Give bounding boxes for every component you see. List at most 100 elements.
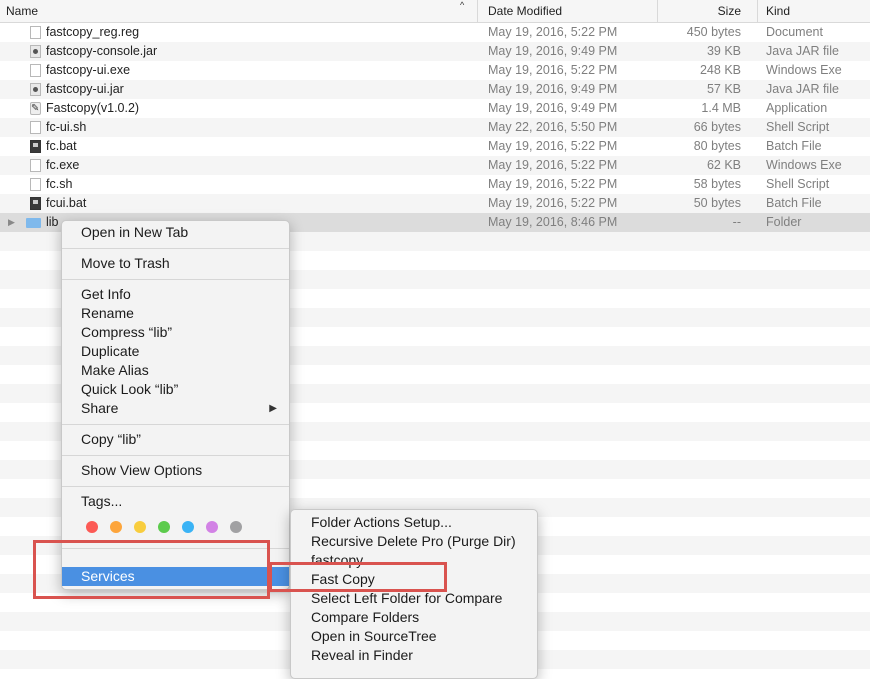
- file-date: May 19, 2016, 9:49 PM: [488, 44, 618, 58]
- file-date: May 19, 2016, 5:22 PM: [488, 63, 618, 77]
- file-kind: Windows Exe: [766, 158, 842, 172]
- menu-item-share[interactable]: Share ▶: [62, 399, 289, 418]
- file-date: May 19, 2016, 5:22 PM: [488, 25, 618, 39]
- tag-green-icon[interactable]: [158, 521, 170, 533]
- file-kind: Batch File: [766, 196, 822, 210]
- file-kind: Shell Script: [766, 120, 830, 134]
- file-date: May 22, 2016, 5:50 PM: [488, 120, 618, 134]
- column-name-label: Name: [6, 4, 39, 18]
- menu-item-share-label: Share: [81, 400, 119, 416]
- column-name[interactable]: Name: [6, 0, 476, 22]
- file-kind: Application: [766, 101, 828, 115]
- file-size: 57 KB: [706, 82, 741, 96]
- file-row[interactable]: fastcopy_reg.reg May 19, 2016, 5:22 PM 4…: [0, 23, 870, 42]
- annotation-box-fast-copy: [269, 562, 447, 592]
- column-date-label: Date Modified: [488, 4, 563, 18]
- file-name: fastcopy-ui.jar: [46, 82, 124, 96]
- file-name: Fastcopy(v1.0.2): [46, 101, 140, 115]
- file-size: 58 bytes: [693, 177, 741, 191]
- terminal-icon: [30, 140, 41, 153]
- tag-red-icon[interactable]: [86, 521, 98, 533]
- tag-blue-icon[interactable]: [182, 521, 194, 533]
- file-row[interactable]: fc-ui.sh May 22, 2016, 5:50 PM 66 bytes …: [0, 118, 870, 137]
- menu-item-make-alias[interactable]: Make Alias: [62, 361, 289, 380]
- menu-separator: [62, 279, 289, 280]
- file-date: May 19, 2016, 5:22 PM: [488, 158, 618, 172]
- jar-icon: [30, 83, 41, 96]
- sort-ascending-icon[interactable]: ^: [460, 0, 464, 10]
- column-header: Name ^ Date Modified Size Kind: [0, 0, 870, 23]
- submenu-arrow-icon: ▶: [269, 403, 277, 414]
- tag-yellow-icon[interactable]: [134, 521, 146, 533]
- menu-item-get-info[interactable]: Get Info: [62, 285, 289, 304]
- file-kind: Java JAR file: [766, 44, 839, 58]
- menu-item-open-in-new-tab[interactable]: Open in New Tab: [62, 223, 289, 242]
- file-name: fastcopy_reg.reg: [46, 25, 140, 39]
- menu-item-quick-look[interactable]: Quick Look “lib”: [62, 380, 289, 399]
- terminal-icon: [30, 197, 41, 210]
- tag-purple-icon[interactable]: [206, 521, 218, 533]
- service-reveal-in-finder[interactable]: Reveal in Finder: [291, 646, 537, 665]
- file-row[interactable]: fastcopy-ui.jar May 19, 2016, 9:49 PM 57…: [0, 80, 870, 99]
- disclosure-triangle-icon[interactable]: ▶: [8, 213, 15, 232]
- file-kind: Windows Exe: [766, 63, 842, 77]
- column-size-label: Size: [717, 4, 741, 18]
- file-date: May 19, 2016, 5:22 PM: [488, 196, 618, 210]
- file-size: 450 bytes: [686, 25, 741, 39]
- file-size: 39 KB: [706, 44, 741, 58]
- file-name: fc.exe: [46, 158, 80, 172]
- column-size[interactable]: Size: [657, 0, 757, 22]
- file-kind: Shell Script: [766, 177, 830, 191]
- menu-item-show-view-options[interactable]: Show View Options: [62, 461, 289, 480]
- file-date: May 19, 2016, 9:49 PM: [488, 82, 618, 96]
- document-icon: [30, 178, 41, 191]
- column-date-modified[interactable]: Date Modified: [477, 0, 657, 22]
- file-row[interactable]: fc.sh May 19, 2016, 5:22 PM 58 bytes She…: [0, 175, 870, 194]
- file-name: lib: [46, 215, 59, 229]
- file-name: fastcopy-ui.exe: [46, 63, 131, 77]
- file-size: --: [732, 215, 741, 229]
- file-row[interactable]: fastcopy-console.jar May 19, 2016, 9:49 …: [0, 42, 870, 61]
- tag-orange-icon[interactable]: [110, 521, 122, 533]
- menu-separator: [62, 486, 289, 487]
- document-icon: [30, 159, 41, 172]
- file-row[interactable]: fc.exe May 19, 2016, 5:22 PM 62 KB Windo…: [0, 156, 870, 175]
- column-kind[interactable]: Kind: [757, 0, 870, 22]
- jar-icon: [30, 45, 41, 58]
- file-kind: Document: [766, 25, 823, 39]
- menu-item-rename[interactable]: Rename: [62, 304, 289, 323]
- service-recursive-delete-pro[interactable]: Recursive Delete Pro (Purge Dir): [291, 532, 537, 551]
- menu-item-duplicate[interactable]: Duplicate: [62, 342, 289, 361]
- application-icon: [30, 99, 41, 118]
- file-row[interactable]: fastcopy-ui.exe May 19, 2016, 5:22 PM 24…: [0, 61, 870, 80]
- file-size: 62 KB: [706, 158, 741, 172]
- tag-gray-icon[interactable]: [230, 521, 242, 533]
- file-size: 1.4 MB: [701, 101, 741, 115]
- file-row[interactable]: Fastcopy(v1.0.2) May 19, 2016, 9:49 PM 1…: [0, 99, 870, 118]
- file-row[interactable]: fcui.bat May 19, 2016, 5:22 PM 50 bytes …: [0, 194, 870, 213]
- document-icon: [30, 64, 41, 77]
- context-menu: Open in New Tab Move to Trash Get Info R…: [61, 220, 290, 590]
- column-kind-label: Kind: [766, 4, 791, 18]
- file-kind: Folder: [766, 215, 802, 229]
- file-date: May 19, 2016, 9:49 PM: [488, 101, 618, 115]
- menu-item-move-to-trash[interactable]: Move to Trash: [62, 254, 289, 273]
- services-submenu: Folder Actions Setup... Recursive Delete…: [290, 509, 538, 679]
- file-date: May 19, 2016, 5:22 PM: [488, 139, 618, 153]
- file-date: May 19, 2016, 8:46 PM: [488, 215, 618, 229]
- service-compare-folders[interactable]: Compare Folders: [291, 608, 537, 627]
- menu-item-copy[interactable]: Copy “lib”: [62, 430, 289, 449]
- file-name: fastcopy-console.jar: [46, 44, 158, 58]
- service-folder-actions-setup[interactable]: Folder Actions Setup...: [291, 513, 537, 532]
- file-name: fcui.bat: [46, 196, 87, 210]
- file-size: 248 KB: [699, 63, 741, 77]
- document-icon: [30, 26, 41, 39]
- service-open-in-sourcetree[interactable]: Open in SourceTree: [291, 627, 537, 646]
- menu-item-tags[interactable]: Tags...: [62, 492, 289, 511]
- file-row[interactable]: fc.bat May 19, 2016, 5:22 PM 80 bytes Ba…: [0, 137, 870, 156]
- file-name: fc.bat: [46, 139, 77, 153]
- menu-separator: [62, 455, 289, 456]
- menu-item-compress[interactable]: Compress “lib”: [62, 323, 289, 342]
- file-size: 66 bytes: [693, 120, 741, 134]
- menu-separator: [62, 248, 289, 249]
